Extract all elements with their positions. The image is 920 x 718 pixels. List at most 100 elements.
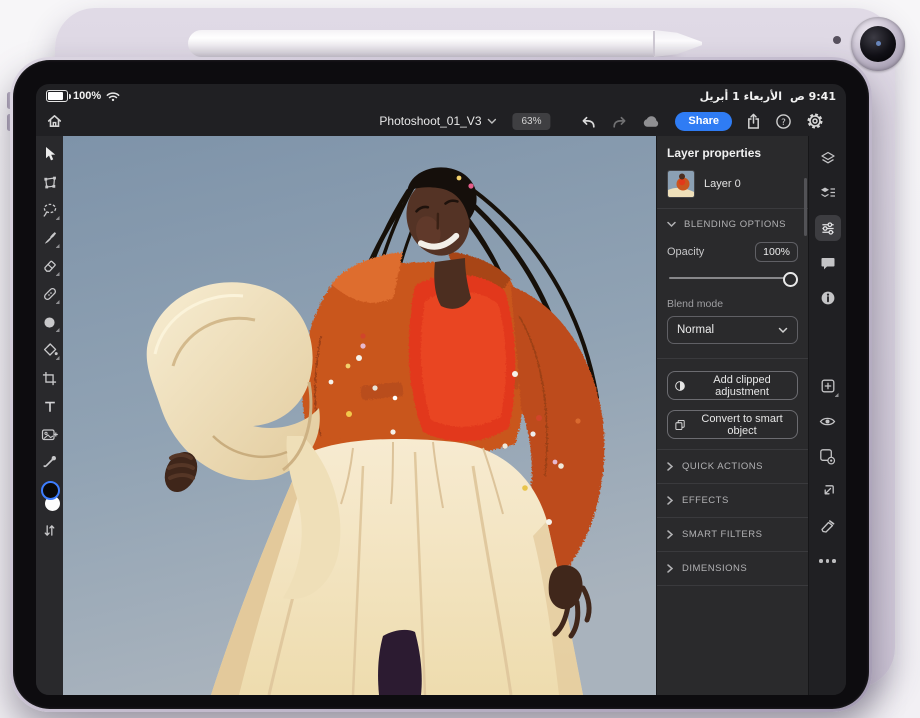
- layer-properties-panel: Layer properties: [656, 136, 808, 695]
- redo-icon[interactable]: [611, 114, 628, 129]
- ellipsis-icon: [819, 559, 836, 563]
- zoom-level-badge[interactable]: 63%: [512, 113, 550, 130]
- crop-tool[interactable]: [39, 367, 61, 389]
- panel-title: Layer properties: [667, 146, 798, 160]
- canvas-photo: [63, 136, 656, 695]
- opacity-slider-knob[interactable]: [783, 272, 798, 287]
- share-button[interactable]: Share: [675, 112, 732, 131]
- cloud-sync-icon[interactable]: [642, 114, 661, 128]
- mask-preview-button[interactable]: [815, 443, 841, 469]
- chevron-right-icon: [667, 462, 673, 471]
- blend-mode-dropdown[interactable]: Normal: [667, 316, 798, 344]
- divider: [657, 585, 808, 586]
- layer-row[interactable]: Layer 0: [667, 170, 798, 198]
- chevron-right-icon: [667, 530, 673, 539]
- transform-tool[interactable]: [39, 171, 61, 193]
- healing-brush-tool[interactable]: [39, 283, 61, 305]
- place-photo-icon: [41, 427, 58, 442]
- layer-list-icon: [820, 186, 836, 201]
- foreground-color-swatch[interactable]: [41, 481, 60, 500]
- mask-preview-icon: [819, 448, 836, 465]
- more-options-button[interactable]: [815, 548, 841, 574]
- canvas[interactable]: [63, 136, 656, 695]
- convert-smart-object-button[interactable]: Convert to smart object: [667, 410, 798, 439]
- document-title: Photoshoot_01_V3: [379, 114, 481, 128]
- eraser-tool[interactable]: [39, 255, 61, 277]
- opacity-slider[interactable]: [669, 272, 796, 284]
- screen: 100% 9:41 ص الأربعاء 1 أبريل: [36, 84, 846, 695]
- info-tab[interactable]: [815, 285, 841, 311]
- opacity-row: Opacity 100%: [667, 242, 798, 262]
- color-swatches[interactable]: [39, 481, 61, 513]
- home-icon[interactable]: [46, 113, 63, 129]
- wifi-icon: [106, 91, 120, 102]
- eye-icon: [819, 415, 836, 428]
- bezel: 100% 9:41 ص الأربعاء 1 أبريل: [13, 60, 869, 709]
- export-icon[interactable]: [746, 113, 761, 130]
- camera-lens-icon: [860, 26, 896, 62]
- svg-text:?: ?: [781, 118, 786, 128]
- layers-icon: [820, 151, 836, 166]
- layer-visibility-button[interactable]: [815, 408, 841, 434]
- section-smart-filters[interactable]: SMART FILTERS: [667, 518, 798, 551]
- crop-icon: [42, 371, 57, 386]
- move-icon: [42, 146, 57, 162]
- healing-bandage-icon: [42, 286, 58, 302]
- app-header: Photoshoot_01_V3 63%: [36, 106, 846, 136]
- info-icon: [820, 290, 836, 306]
- comment-bubble-icon: [820, 256, 836, 271]
- microphone-dot: [833, 36, 841, 44]
- type-tool[interactable]: [39, 395, 61, 417]
- help-icon[interactable]: ?: [775, 113, 792, 130]
- tool-bar: [36, 136, 63, 695]
- panel-scrollbar[interactable]: [804, 178, 807, 236]
- adjustment-icon: [674, 379, 686, 393]
- add-layer-icon: [820, 378, 836, 394]
- lasso-tool[interactable]: [39, 199, 61, 221]
- swap-tool[interactable]: [39, 519, 61, 541]
- blend-mode-value: Normal: [677, 324, 714, 336]
- place-embed-icon: [820, 483, 836, 499]
- fill-tool[interactable]: [39, 339, 61, 361]
- place-embed-button[interactable]: [815, 478, 841, 504]
- document-title-menu[interactable]: Photoshoot_01_V3: [379, 114, 496, 128]
- add-layer-button[interactable]: [815, 373, 841, 399]
- rear-camera: [851, 17, 905, 71]
- layer-list-tab[interactable]: [815, 180, 841, 206]
- brush-tool[interactable]: [39, 227, 61, 249]
- type-icon: [43, 399, 57, 414]
- layers-tab[interactable]: [815, 145, 841, 171]
- add-clipped-adjustment-button[interactable]: Add clipped adjustment: [667, 371, 798, 400]
- right-rail: [808, 136, 846, 695]
- undo-icon[interactable]: [580, 114, 597, 129]
- blending-options-header[interactable]: BLENDING OPTIONS: [667, 209, 798, 240]
- status-date: الأربعاء 1 أبريل: [700, 90, 782, 103]
- page: 100% 9:41 ص الأربعاء 1 أبريل: [0, 0, 920, 718]
- workspace: Layer properties: [36, 136, 846, 695]
- chevron-down-icon: [778, 327, 788, 334]
- section-quick-actions[interactable]: QUICK ACTIONS: [667, 450, 798, 483]
- eraser-icon: [42, 258, 58, 274]
- section-effects[interactable]: EFFECTS: [667, 484, 798, 517]
- cleanup-brush-icon: [819, 518, 836, 534]
- chevron-right-icon: [667, 564, 673, 573]
- chevron-right-icon: [667, 496, 673, 505]
- eyedropper-tool[interactable]: [39, 451, 61, 473]
- clone-stamp-tool[interactable]: [39, 311, 61, 333]
- transform-icon: [42, 175, 58, 190]
- settings-gear-icon[interactable]: [806, 112, 824, 130]
- eyedropper-icon: [42, 455, 57, 470]
- opacity-label: Opacity: [667, 246, 704, 258]
- opacity-value[interactable]: 100%: [755, 242, 798, 262]
- brush-icon: [42, 231, 57, 246]
- comments-tab[interactable]: [815, 250, 841, 276]
- section-dimensions[interactable]: DIMENSIONS: [667, 552, 798, 585]
- properties-tab[interactable]: [815, 215, 841, 241]
- cleanup-button[interactable]: [815, 513, 841, 539]
- place-photo-tool[interactable]: [39, 423, 61, 445]
- clone-stamp-icon: [42, 315, 57, 330]
- paint-bucket-icon: [42, 342, 58, 358]
- chevron-down-icon: [667, 221, 676, 228]
- status-time: 9:41 ص: [790, 90, 836, 103]
- move-tool[interactable]: [39, 143, 61, 165]
